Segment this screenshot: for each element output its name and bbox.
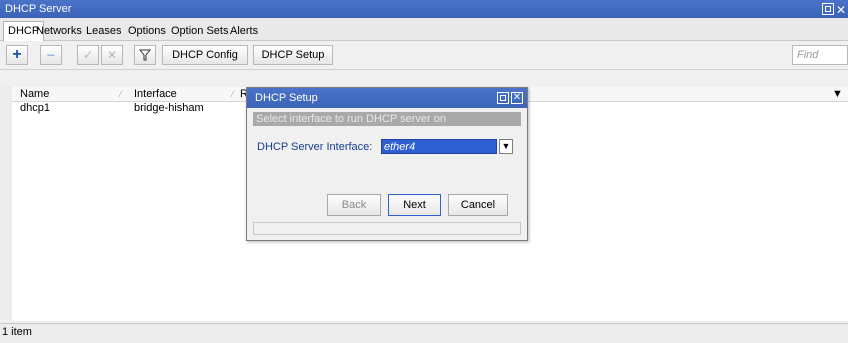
minus-icon: − xyxy=(46,47,56,63)
tab-options[interactable]: Options xyxy=(123,21,171,40)
back-button[interactable]: Back xyxy=(327,194,381,216)
interface-label: DHCP Server Interface: xyxy=(257,141,373,153)
window-controls: ✕ xyxy=(822,2,848,17)
column-menu-icon[interactable]: ▼ xyxy=(832,87,843,101)
sort-icon: ⁄ xyxy=(120,89,122,99)
dialog-info: Select interface to run DHCP server on xyxy=(253,112,521,126)
restore-icon[interactable] xyxy=(822,3,834,15)
close-icon[interactable]: ✕ xyxy=(511,92,523,104)
cancel-button[interactable]: Cancel xyxy=(448,194,508,216)
close-icon[interactable]: ✕ xyxy=(836,3,846,17)
tab-leases[interactable]: Leases xyxy=(81,21,126,40)
disable-button[interactable]: ✕ xyxy=(101,45,123,65)
plus-icon: + xyxy=(12,46,22,63)
tab-networks[interactable]: Networks xyxy=(31,21,87,40)
status-bar xyxy=(0,323,848,343)
interface-select[interactable]: ether4 xyxy=(381,139,497,154)
dialog-controls: ✕ xyxy=(495,92,523,104)
row-name[interactable]: dhcp1 xyxy=(20,102,50,115)
column-interface[interactable]: Interface xyxy=(134,87,177,101)
column-name[interactable]: Name xyxy=(20,87,49,101)
filter-icon xyxy=(138,49,152,61)
check-icon: ✓ xyxy=(82,48,94,62)
filter-button[interactable] xyxy=(134,45,156,65)
sort-icon: ⁄ xyxy=(232,89,234,99)
dhcp-setup-dialog: DHCP Setup ✕ Select interface to run DHC… xyxy=(246,87,528,241)
tab-option-sets[interactable]: Option Sets xyxy=(166,21,233,40)
row-interface[interactable]: bridge-hisham xyxy=(134,102,204,115)
enable-button[interactable]: ✓ xyxy=(77,45,99,65)
tab-bar: DHCP Networks Leases Options Option Sets… xyxy=(0,18,848,41)
window-title-bar: DHCP Server xyxy=(0,0,848,18)
dialog-title: DHCP Setup xyxy=(255,92,318,104)
dhcp-config-button[interactable]: DHCP Config xyxy=(162,45,248,65)
add-button[interactable]: + xyxy=(6,45,28,65)
toolbar: + − ✓ ✕ DHCP Config DHCP Setup Find xyxy=(0,41,848,70)
x-icon: ✕ xyxy=(106,48,118,62)
window-title: DHCP Server xyxy=(5,3,72,15)
dialog-status-bar xyxy=(253,222,521,235)
status-text: 1 item xyxy=(2,326,32,338)
dropdown-icon[interactable]: ▼ xyxy=(499,139,513,154)
tab-alerts[interactable]: Alerts xyxy=(225,21,263,40)
next-button[interactable]: Next xyxy=(388,194,441,216)
dhcp-setup-button[interactable]: DHCP Setup xyxy=(253,45,333,65)
find-input[interactable]: Find xyxy=(792,45,848,65)
restore-icon[interactable] xyxy=(497,92,509,104)
remove-button[interactable]: − xyxy=(40,45,62,65)
dialog-title-bar[interactable]: DHCP Setup xyxy=(247,88,527,108)
